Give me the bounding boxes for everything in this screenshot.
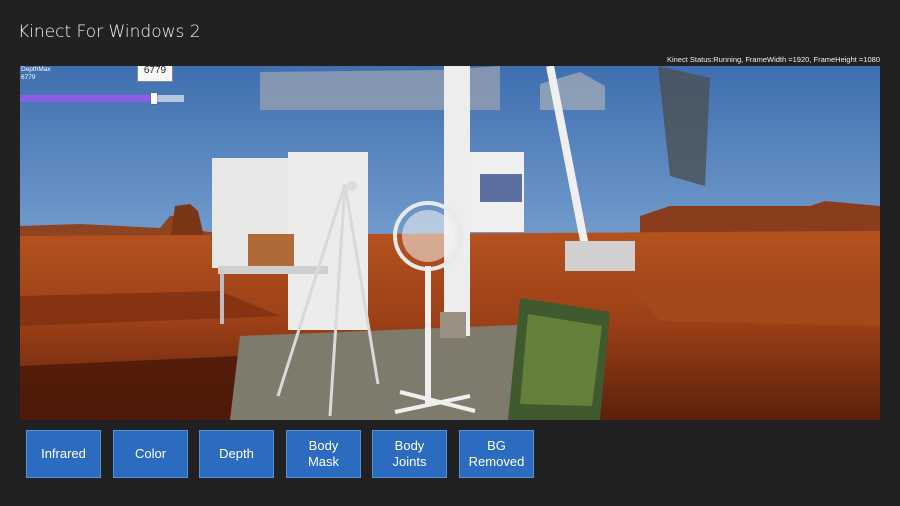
color-button-label: Color [135,446,166,462]
button-label-line: Joints [392,454,427,469]
button-label-line: Mask [307,454,340,469]
button-label-line: Depth [219,446,254,461]
button-label-line: Removed [468,454,525,469]
button-label-line: Body [394,438,425,453]
depth-max-value: 6779 [21,74,36,81]
color-button[interactable]: Color [113,430,188,478]
button-label-line: Infrared [41,446,86,461]
slider-track[interactable]: 6779 [20,66,184,104]
bg-removed-button[interactable]: BG Removed [459,430,534,478]
depth-max-label: DepthMax [21,66,51,73]
slider-fill [20,95,154,102]
bg-removed-scene [20,66,880,420]
slider-thumb[interactable] [151,93,157,104]
bg-removed-button-label: BG Removed [469,438,525,470]
depth-button-label: Depth [219,446,254,462]
kinect-status: Kinect Status:Running, FrameWidth =1920,… [666,55,880,64]
slider-tooltip: 6779 [137,66,173,82]
depth-button[interactable]: Depth [199,430,274,478]
body-joints-button[interactable]: Body Joints [372,430,447,478]
body-mask-button-label: Body Mask [308,438,339,470]
camera-viewport: DepthMax 6779 6779 [20,66,880,420]
button-label-line: Body [308,438,339,453]
button-label-line: Color [134,446,167,461]
app-title: Kinect For Windows 2 [18,22,201,42]
depth-max-slider[interactable]: DepthMax 6779 6779 [20,66,200,112]
body-joints-button-label: Body Joints [393,438,427,470]
body-mask-button[interactable]: Body Mask [286,430,361,478]
button-label-line: BG [487,438,506,453]
infrared-button-label: Infrared [41,446,86,462]
infrared-button[interactable]: Infrared [26,430,101,478]
